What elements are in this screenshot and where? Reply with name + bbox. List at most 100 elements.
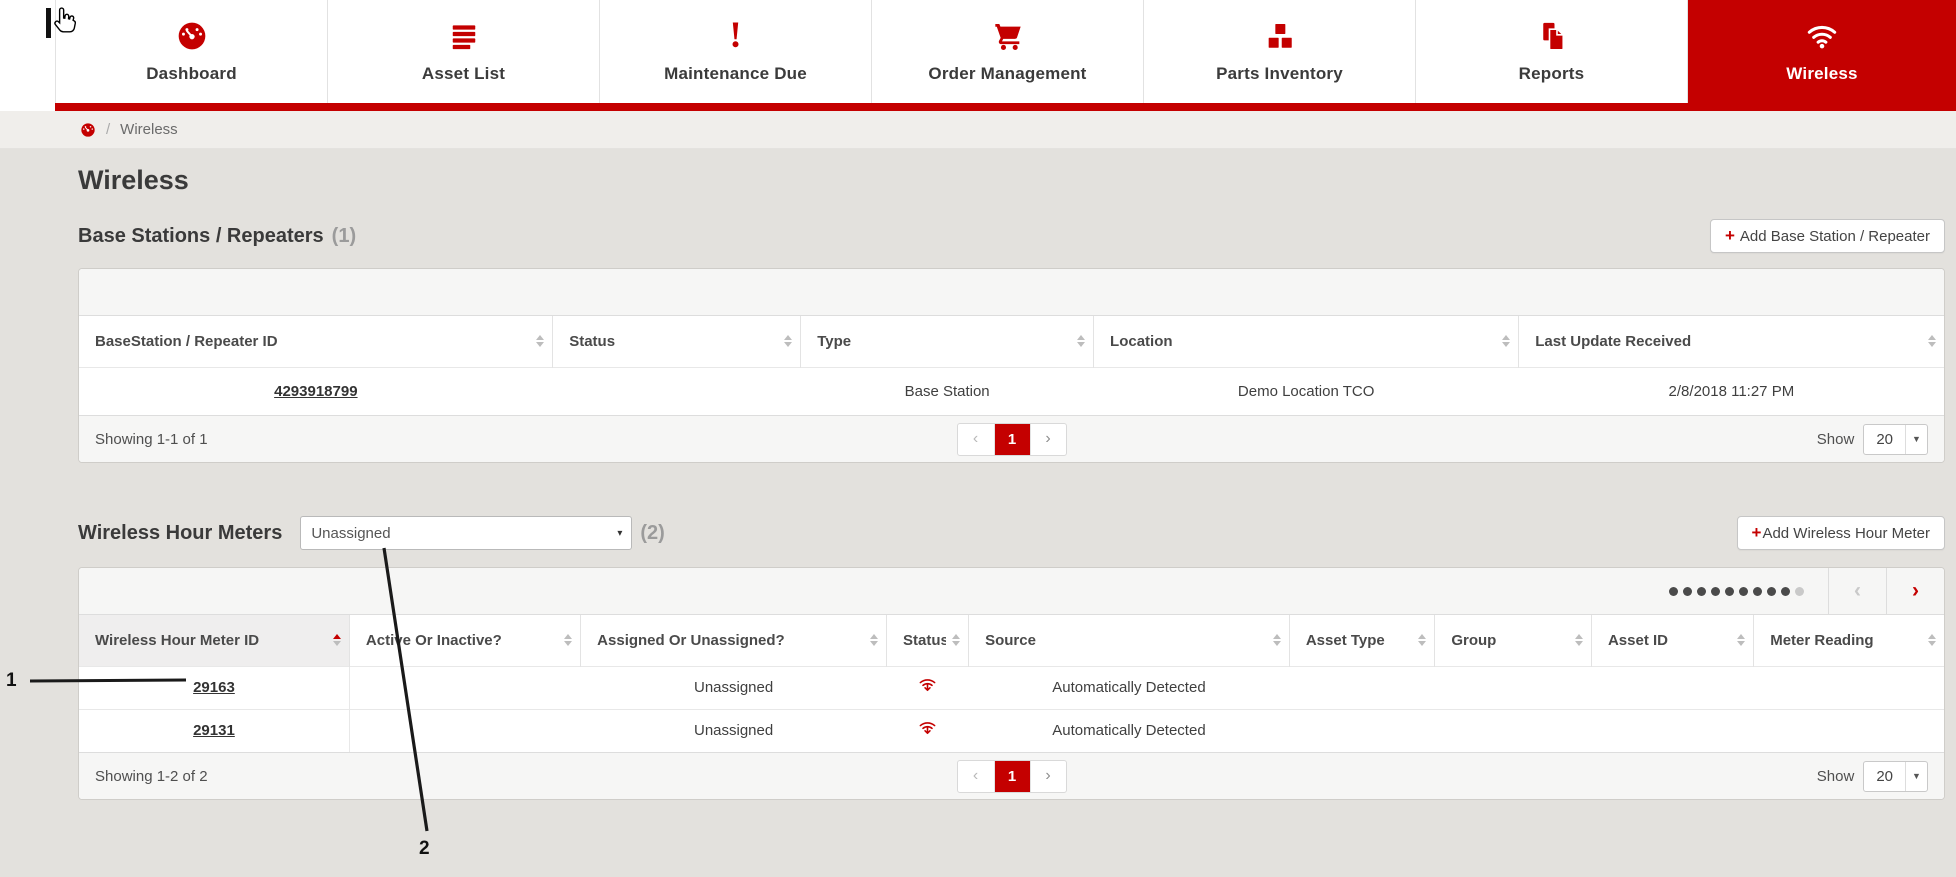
page-number[interactable]: 1 [993, 423, 1030, 455]
sort-icon [1077, 335, 1086, 348]
chevron-right-icon[interactable]: › [1029, 760, 1066, 792]
column-header-status[interactable]: Status [552, 316, 802, 367]
column-header-group[interactable]: Group [1434, 615, 1592, 666]
cell-status [552, 366, 801, 415]
wifi-icon [1806, 19, 1838, 53]
column-header-source[interactable]: Source [968, 615, 1290, 666]
tab-label: Maintenance Due [664, 64, 807, 83]
column-header-assigned-unassigned[interactable]: Assigned Or Unassigned? [580, 615, 888, 666]
plus-icon: + [1724, 226, 1735, 245]
cell-assigned: Unassigned [580, 708, 887, 752]
table-header-row: Wireless Hour Meter ID Active Or Inactiv… [79, 615, 1944, 666]
cursor-bar [46, 8, 51, 38]
tab-reports[interactable]: Reports [1416, 0, 1688, 103]
nav-active-underline [55, 103, 1956, 111]
main-content: Wireless Base Stations / Repeaters (1) +… [0, 149, 1956, 877]
pagination: ‹ 1 › [956, 422, 1067, 456]
add-wireless-hour-meter-button[interactable]: + Add Wireless Hour Meter [1736, 516, 1945, 550]
show-label: Show [1816, 767, 1855, 785]
tab-order-management[interactable]: Order Management [872, 0, 1144, 103]
column-header-meter-id[interactable]: Wireless Hour Meter ID [79, 615, 350, 666]
base-station-id-link[interactable]: 4293918799 [274, 383, 357, 400]
add-base-station-button[interactable]: + Add Base Station / Repeater [1709, 219, 1945, 253]
column-label: Asset ID [1607, 631, 1668, 649]
chevron-left-icon[interactable]: ‹ [958, 424, 994, 455]
sort-icon-ascending [332, 634, 341, 647]
column-header-active-inactive[interactable]: Active Or Inactive? [349, 615, 582, 666]
column-label: Wireless Hour Meter ID [95, 631, 260, 649]
breadcrumb-home-icon[interactable] [80, 122, 96, 138]
assignment-filter-select[interactable]: Unassigned ▾ [300, 516, 633, 550]
column-label: Type [817, 332, 852, 350]
columns-scroll-right-button[interactable]: › [1886, 568, 1944, 614]
page-number[interactable]: 1 [993, 760, 1030, 792]
column-header-last-update[interactable]: Last Update Received [1518, 316, 1944, 367]
sort-icon [564, 634, 573, 647]
sort-icon [1928, 634, 1936, 647]
column-header-meter-reading[interactable]: Meter Reading [1753, 615, 1944, 666]
chevron-right-icon[interactable]: › [1029, 423, 1066, 455]
sort-icon [870, 634, 879, 647]
sort-icon [952, 634, 961, 647]
columns-scroll-left-button[interactable]: ‹ [1828, 568, 1886, 614]
column-label: Asset Type [1305, 631, 1385, 649]
column-header-location[interactable]: Location [1093, 316, 1520, 367]
page-size-value: 20 [1876, 430, 1893, 448]
add-wireless-hour-meter-label: Add Wireless Hour Meter [1762, 524, 1930, 542]
sort-icon [1737, 634, 1746, 647]
column-header-type[interactable]: Type [800, 316, 1095, 367]
base-stations-count: (1) [331, 224, 357, 247]
exclamation-icon: ! [729, 15, 742, 56]
tab-dashboard[interactable]: Dashboard [56, 0, 328, 103]
table-row: 29163 Unassigned Automatically Detected [79, 665, 1944, 709]
column-header-status[interactable]: Status [886, 615, 970, 666]
breadcrumb-separator: / [106, 121, 111, 138]
plus-icon: + [1751, 523, 1762, 542]
cell-last-update: 2/8/2018 11:27 PM [1518, 366, 1944, 415]
table-row: 29131 Unassigned Automatically Detected [79, 708, 1944, 752]
column-page-dots [1645, 568, 1828, 614]
column-page-dot [1725, 586, 1734, 596]
caret-down-icon: ▾ [617, 527, 623, 539]
cart-icon [992, 19, 1024, 53]
column-page-dot [1781, 586, 1790, 596]
hour-meter-id-link[interactable]: 29131 [193, 722, 235, 739]
cell-group [1434, 708, 1592, 752]
tab-parts-inventory[interactable]: Parts Inventory [1144, 0, 1416, 103]
hour-meter-id-link[interactable]: 29163 [193, 679, 235, 696]
hour-meters-section-header: Wireless Hour Meters Unassigned ▾ (2) + … [78, 515, 1945, 551]
show-control: Show 20 ▼ [1816, 760, 1928, 792]
annotation-label-1: 1 [6, 670, 17, 691]
column-header-asset-id[interactable]: Asset ID [1591, 615, 1755, 666]
cell-active-inactive [349, 665, 581, 709]
page-size-select[interactable]: 20 ▼ [1863, 760, 1928, 792]
page-size-select[interactable]: 20 ▼ [1863, 423, 1928, 455]
sort-icon [784, 335, 793, 348]
tab-label: Wireless [1786, 64, 1858, 83]
page-size-value: 20 [1876, 767, 1893, 785]
table-header-row: BaseStation / Repeater ID Status Type Lo… [79, 316, 1944, 367]
cell-status [886, 708, 969, 752]
column-header-basestation-id[interactable]: BaseStation / Repeater ID [79, 316, 554, 367]
column-label: Last Update Received [1535, 332, 1692, 350]
tab-maintenance-due[interactable]: ! Maintenance Due [600, 0, 872, 103]
tab-wireless[interactable]: Wireless [1688, 0, 1956, 103]
cell-asset-id [1591, 665, 1754, 709]
base-stations-section-header: Base Stations / Repeaters (1) + Add Base… [78, 218, 1945, 254]
report-icon [1537, 19, 1567, 53]
cell-meter-reading [1753, 708, 1944, 752]
cell-assigned: Unassigned [580, 665, 887, 709]
cell-meter-reading [1753, 665, 1944, 709]
showing-text: Showing 1-1 of 1 [95, 430, 208, 448]
chevron-left-icon[interactable]: ‹ [958, 761, 994, 792]
column-header-asset-type[interactable]: Asset Type [1289, 615, 1436, 666]
base-stations-table: BaseStation / Repeater ID Status Type Lo… [79, 316, 1944, 415]
column-label: Location [1110, 332, 1173, 350]
sort-icon [1928, 335, 1936, 348]
show-control: Show 20 ▼ [1817, 423, 1928, 455]
tab-asset-list[interactable]: Asset List [328, 0, 600, 103]
base-stations-title: Base Stations / Repeaters [78, 224, 324, 247]
caret-down-icon: ▼ [1905, 761, 1927, 791]
cell-active-inactive [349, 708, 581, 752]
table-row: 4293918799 Base Station Demo Location TC… [79, 366, 1944, 415]
